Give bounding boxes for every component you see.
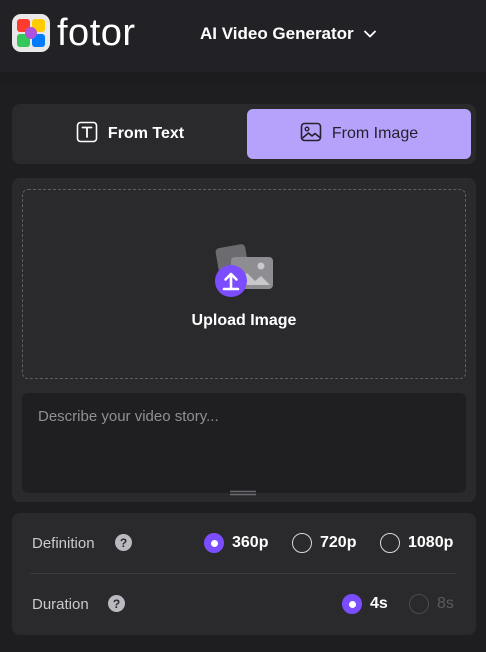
definition-option-label: 720p bbox=[320, 534, 357, 551]
duration-option-8s: 8s bbox=[409, 594, 454, 614]
tab-from-text[interactable]: From Text bbox=[17, 109, 243, 159]
top-bar: fotor AI Video Generator bbox=[0, 0, 486, 72]
duration-option-label: 4s bbox=[370, 595, 388, 612]
radio-checked-icon bbox=[204, 533, 224, 553]
duration-option-label: 8s bbox=[437, 595, 454, 612]
definition-option-360p[interactable]: 360p bbox=[204, 533, 268, 553]
text-icon bbox=[76, 121, 98, 148]
radio-unchecked-icon bbox=[380, 533, 400, 553]
radio-disabled-icon bbox=[409, 594, 429, 614]
fotor-logo-icon bbox=[12, 14, 50, 52]
product-dropdown[interactable]: AI Video Generator bbox=[200, 22, 377, 46]
resize-handle-icon[interactable] bbox=[229, 483, 257, 496]
logo-wordmark: fotor bbox=[57, 12, 136, 54]
definition-option-label: 360p bbox=[232, 534, 269, 551]
definition-help-icon[interactable]: ? bbox=[115, 534, 132, 551]
settings-divider bbox=[30, 573, 456, 574]
tab-from-text-label: From Text bbox=[107, 125, 185, 142]
definition-option-label: 1080p bbox=[408, 534, 454, 551]
definition-label: Definition bbox=[32, 535, 95, 552]
image-icon bbox=[300, 121, 322, 148]
tab-from-image-label: From Image bbox=[331, 125, 419, 142]
settings-card bbox=[12, 513, 476, 635]
product-dropdown-label: AI Video Generator bbox=[200, 24, 354, 43]
video-description-input[interactable] bbox=[22, 393, 466, 493]
duration-label: Duration bbox=[32, 596, 89, 613]
chevron-down-icon bbox=[363, 27, 377, 41]
fotor-logo[interactable]: fotor bbox=[12, 14, 136, 52]
duration-option-4s[interactable]: 4s bbox=[342, 594, 388, 614]
upload-image-label: Upload Image bbox=[191, 312, 297, 329]
definition-option-1080p[interactable]: 1080p bbox=[380, 533, 453, 553]
definition-option-720p[interactable]: 720p bbox=[292, 533, 356, 553]
radio-unchecked-icon bbox=[292, 533, 312, 553]
duration-help-icon[interactable]: ? bbox=[108, 595, 125, 612]
video-description-box bbox=[22, 393, 466, 496]
radio-checked-icon bbox=[342, 594, 362, 614]
image-dropzone[interactable]: Upload Image bbox=[22, 189, 466, 379]
source-tabs: From Text From Image bbox=[12, 104, 476, 164]
tab-from-image[interactable]: From Image bbox=[247, 109, 471, 159]
upload-icon bbox=[213, 243, 275, 299]
